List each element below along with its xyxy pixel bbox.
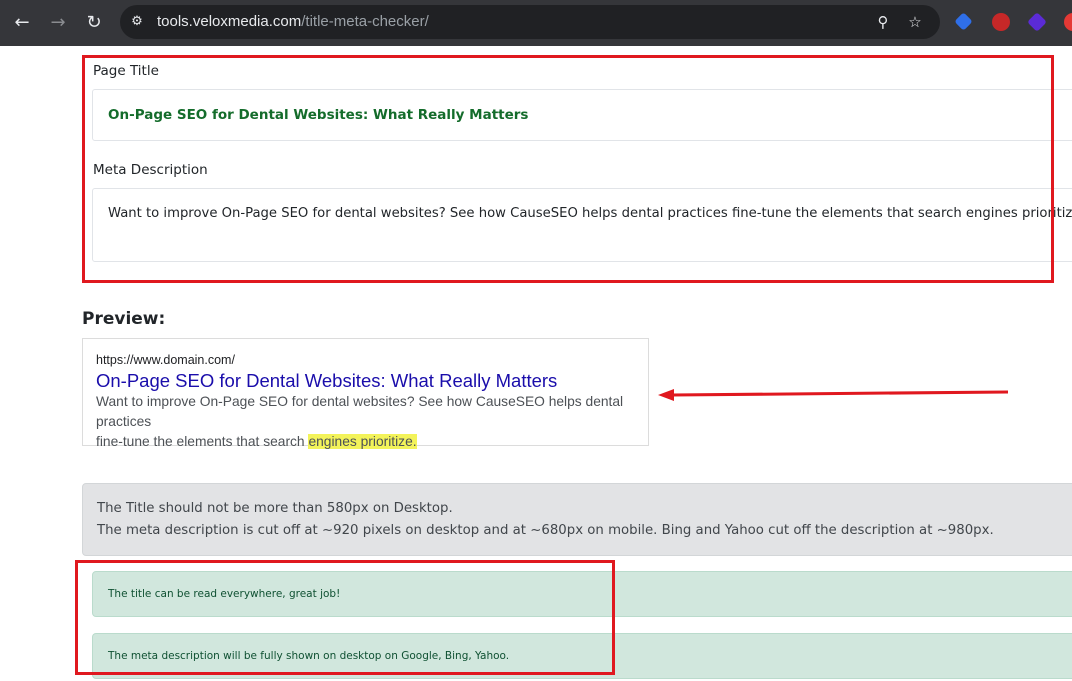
info-description-limit: The meta description is cut off at ~920 … bbox=[97, 523, 994, 538]
annotation-box-results bbox=[75, 560, 615, 675]
url-path: /title-meta-checker/ bbox=[301, 13, 429, 30]
back-arrow-icon[interactable]: ← bbox=[10, 11, 34, 35]
red-extension-icon[interactable] bbox=[1064, 13, 1072, 31]
address-url[interactable]: tools.veloxmedia.com/title-meta-checker/ bbox=[157, 13, 429, 31]
serp-url: https://www.domain.com/ bbox=[96, 353, 235, 367]
annotation-arrow bbox=[658, 389, 1009, 401]
serp-title[interactable]: On-Page SEO for Dental Websites: What Re… bbox=[96, 370, 557, 392]
address-bar[interactable]: ⚙ tools.veloxmedia.com/title-meta-checke… bbox=[120, 5, 940, 39]
info-title-limit: The Title should not be more than 580px … bbox=[97, 501, 453, 516]
annotation-arrow-head bbox=[658, 389, 674, 401]
forward-arrow-icon[interactable]: → bbox=[46, 11, 70, 35]
annotation-box-inputs bbox=[82, 55, 1054, 283]
tag-extension-icon[interactable] bbox=[954, 12, 973, 31]
preview-heading: Preview: bbox=[82, 309, 166, 329]
serp-description-highlight: engines prioritize. bbox=[308, 434, 417, 449]
cube-extension-icon[interactable] bbox=[1027, 12, 1047, 32]
bookmark-star-icon[interactable]: ☆ bbox=[906, 13, 924, 31]
site-settings-icon[interactable]: ⚙ bbox=[128, 13, 146, 31]
serp-description-plain: fine-tune the elements that search bbox=[96, 434, 309, 449]
seo-extension-icon[interactable] bbox=[992, 13, 1010, 31]
url-host: tools.veloxmedia.com bbox=[157, 13, 302, 30]
limits-info-box: The Title should not be more than 580px … bbox=[82, 483, 1072, 556]
browser-toolbar: ← → ↻ ⚙ tools.veloxmedia.com/title-meta-… bbox=[0, 0, 1072, 46]
reload-icon[interactable]: ↻ bbox=[82, 11, 106, 35]
zoom-icon[interactable]: ⚲ bbox=[874, 13, 892, 31]
serp-preview: https://www.domain.com/ On-Page SEO for … bbox=[82, 338, 649, 449]
serp-description: Want to improve On-Page SEO for dental w… bbox=[96, 392, 641, 452]
serp-description-line2: fine-tune the elements that search engin… bbox=[96, 432, 641, 452]
annotation-arrow-line bbox=[671, 390, 1009, 397]
serp-description-line1: Want to improve On-Page SEO for dental w… bbox=[96, 394, 624, 429]
